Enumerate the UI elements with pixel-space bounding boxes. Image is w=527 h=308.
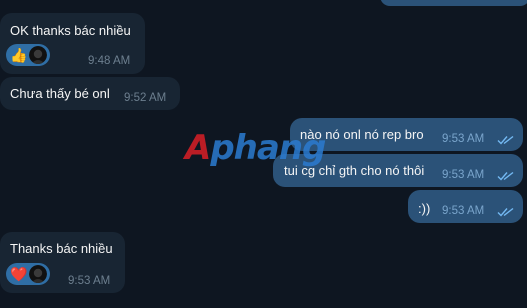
outgoing-message-partial[interactable] bbox=[380, 0, 527, 6]
watermark-text: phang bbox=[210, 128, 326, 168]
incoming-message[interactable]: OK thanks bác nhiều 👍 9:48 AM bbox=[0, 13, 145, 74]
message-text: :)) bbox=[418, 201, 431, 216]
outgoing-message[interactable]: :)) 9:53 AM bbox=[408, 190, 523, 223]
message-time: 9:53 AM bbox=[442, 133, 485, 145]
message-text: Thanks bác nhiều bbox=[10, 241, 113, 256]
message-time: 9:53 AM bbox=[68, 275, 111, 287]
heart-icon: ❤️ bbox=[10, 266, 28, 282]
incoming-message[interactable]: Thanks bác nhiều ❤️ 9:53 AM bbox=[0, 232, 125, 293]
message-text: OK thanks bác nhiều bbox=[10, 23, 131, 38]
reaction-pill[interactable]: ❤️ bbox=[6, 263, 51, 285]
avatar bbox=[29, 46, 48, 64]
watermark-letter: A bbox=[185, 128, 211, 168]
message-time: 9:53 AM bbox=[442, 205, 485, 217]
message-time: 9:48 AM bbox=[88, 55, 131, 67]
double-check-icon bbox=[497, 207, 514, 217]
double-check-icon bbox=[497, 171, 514, 181]
double-check-icon bbox=[497, 135, 514, 145]
message-time: 9:53 AM bbox=[442, 169, 485, 181]
reaction-pill[interactable]: 👍 bbox=[6, 44, 51, 66]
avatar bbox=[29, 265, 48, 283]
incoming-message[interactable]: Chưa thấy bé onl 9:52 AM bbox=[0, 77, 180, 110]
watermark-logo: Aphang bbox=[185, 128, 326, 168]
message-text: Chưa thấy bé onl bbox=[10, 86, 110, 101]
message-time: 9:52 AM bbox=[124, 92, 167, 104]
thumbs-up-icon: 👍 bbox=[10, 47, 28, 63]
